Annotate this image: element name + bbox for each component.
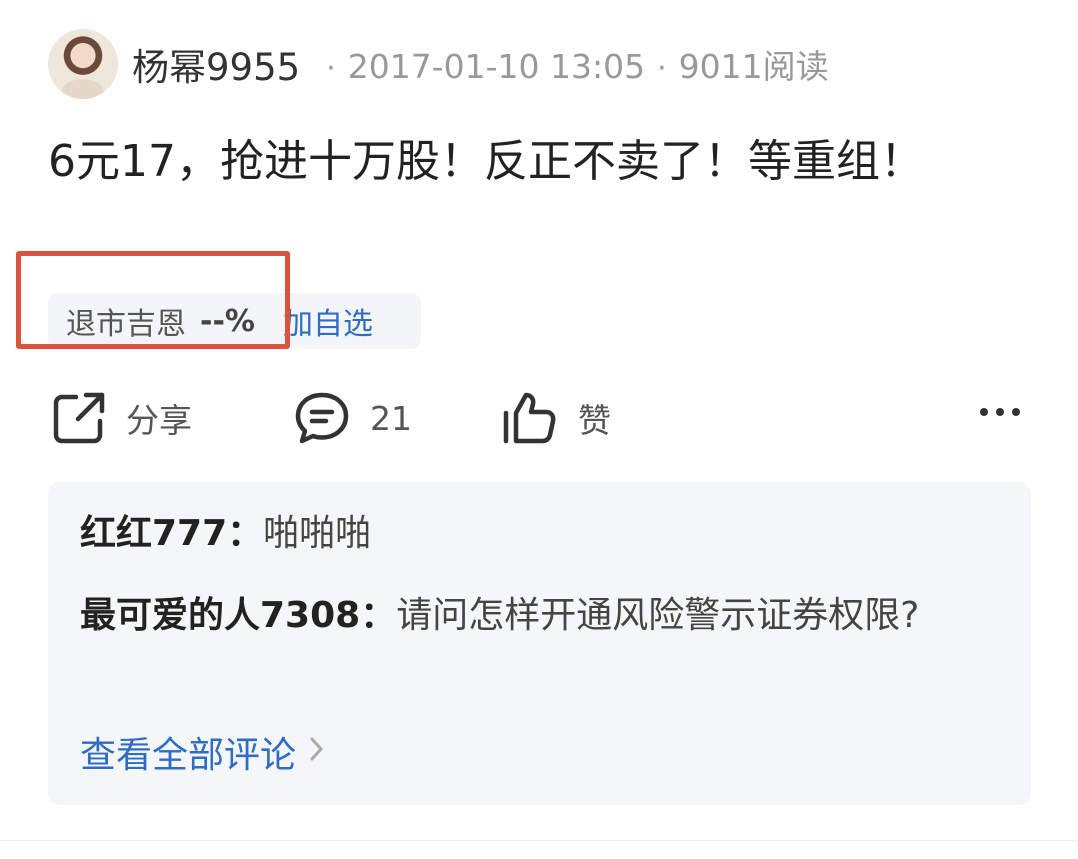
comment-user[interactable]: 最可爱的人7308 <box>80 595 360 636</box>
more-dot <box>996 408 1004 416</box>
comment-text: 请问怎样开通风险警示证券权限? <box>396 595 920 636</box>
share-button[interactable]: 分享 <box>52 386 192 450</box>
like-button[interactable]: 赞 <box>502 386 611 450</box>
comment-colon: ： <box>227 513 264 554</box>
comment-text: 啪啪啪 <box>263 513 372 554</box>
view-all-comments-link[interactable]: 查看全部评论 <box>80 726 324 778</box>
avatar[interactable] <box>48 29 118 99</box>
post-title[interactable]: 6元17，抢进十万股！反正不卖了！等重组！ <box>48 128 978 196</box>
post-header: 杨幂9955 · 2017-01-10 13:05 · 9011阅读 <box>48 28 829 100</box>
meta-separator: · <box>326 51 336 86</box>
action-bar: 分享 21 赞 <box>52 386 1032 450</box>
meta-separator: · <box>657 51 667 86</box>
more-dots-icon[interactable] <box>980 408 1020 416</box>
chevron-right-icon <box>310 735 324 770</box>
read-count: 9011阅读 <box>678 47 829 86</box>
post-timestamp: 2017-01-10 13:05 <box>347 47 646 86</box>
divider <box>0 840 1078 841</box>
post-card: 杨幂9955 · 2017-01-10 13:05 · 9011阅读 6元17，抢进十… <box>0 0 1078 859</box>
comment-item[interactable]: 红红777：啪啪啪 <box>80 504 1000 564</box>
more-dot <box>980 408 988 416</box>
thumbs-up-icon <box>502 391 558 445</box>
view-all-label: 查看全部评论 <box>80 735 297 776</box>
comment-bubble-icon <box>294 391 350 445</box>
comments-panel: 红红777：啪啪啪 最可爱的人7308：请问怎样开通风险警示证券权限? 查看全部… <box>48 482 1031 805</box>
share-icon <box>52 391 106 445</box>
comment-count: 21 <box>370 398 412 438</box>
post-meta: · 2017-01-10 13:05 · 9011阅读 <box>314 40 828 88</box>
like-label: 赞 <box>578 401 611 440</box>
author-name[interactable]: 杨幂9955 <box>132 37 300 91</box>
highlight-annotation-box <box>16 251 290 349</box>
comment-item[interactable]: 最可爱的人7308：请问怎样开通风险警示证券权限? <box>80 586 1000 646</box>
more-dot <box>1012 408 1020 416</box>
share-label: 分享 <box>126 401 192 440</box>
comment-user[interactable]: 红红777 <box>80 513 227 554</box>
comment-colon: ： <box>360 595 397 636</box>
add-to-watchlist-button[interactable]: 加自选 <box>283 299 373 343</box>
comment-button[interactable]: 21 <box>294 386 412 450</box>
